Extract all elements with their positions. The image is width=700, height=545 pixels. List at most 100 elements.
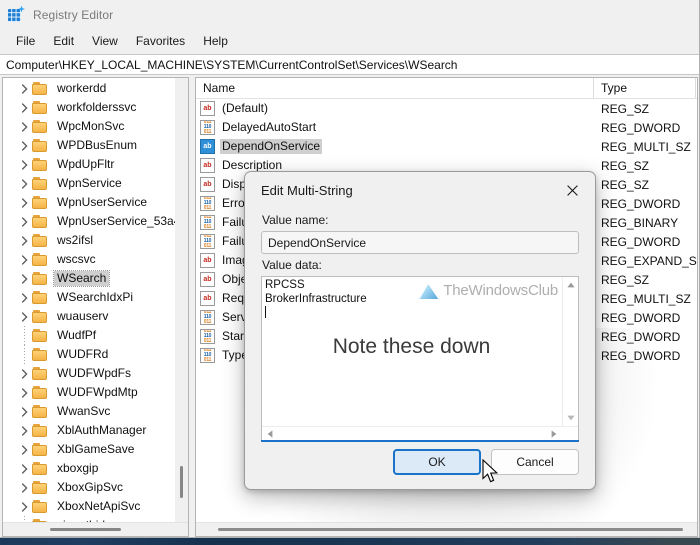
value-type-cell: REG_DWORD <box>601 234 681 249</box>
address-bar[interactable]: Computer\HKEY_LOCAL_MACHINE\SYSTEM\Curre… <box>0 54 699 75</box>
value-name-text: DependOnService <box>268 235 367 250</box>
chevron-right-icon[interactable] <box>17 444 32 455</box>
tree-item-workfolderssvc[interactable]: workfolderssvc <box>3 98 175 117</box>
value-data-horizontal-scrollbar[interactable] <box>262 426 578 441</box>
chevron-right-icon[interactable] <box>17 463 32 474</box>
tree-item-wpnuserservice[interactable]: WpnUserService <box>3 193 175 212</box>
column-header-name[interactable]: Name <box>196 78 594 98</box>
folder-icon <box>32 81 49 96</box>
chevron-right-icon[interactable] <box>17 482 32 493</box>
folder-icon <box>32 347 49 362</box>
folder-icon <box>32 176 49 191</box>
string-value-icon: ab <box>200 291 215 306</box>
scroll-left-icon[interactable] <box>262 427 278 441</box>
chevron-right-icon[interactable] <box>17 197 32 208</box>
chevron-right-icon[interactable] <box>17 501 32 512</box>
dword-value-icon: 011 110 011 <box>200 348 215 363</box>
value-data-vertical-scrollbar[interactable] <box>562 277 578 426</box>
menu-item-file[interactable]: File <box>7 31 44 52</box>
close-icon[interactable] <box>555 177 589 205</box>
tree-item-wpdupfltr[interactable]: WpdUpFltr <box>3 155 175 174</box>
chevron-right-icon[interactable] <box>17 406 32 417</box>
chevron-right-icon[interactable] <box>17 368 32 379</box>
tree-item-wsearchidxpi[interactable]: WSearchIdxPi <box>3 288 175 307</box>
tree-item-wpnuserservice_53a4e[interactable]: WpnUserService_53a4e <box>3 212 175 231</box>
tree-item-ws2ifsl[interactable]: ws2ifsl <box>3 231 175 250</box>
column-header-data[interactable] <box>696 78 697 98</box>
folder-icon <box>32 423 49 438</box>
registry-tree-pane[interactable]: workerdd workfolderssvc WpcMonSvc WPDBusEnu… <box>2 77 189 537</box>
menu-bar: File Edit View Favorites Help <box>0 29 699 54</box>
tree-item-wpdbusenum[interactable]: WPDBusEnum <box>3 136 175 155</box>
value-name-label: Value name: <box>262 213 329 227</box>
tree-horizontal-scrollbar[interactable] <box>3 522 188 536</box>
values-horizontal-scrollbar[interactable] <box>196 522 697 536</box>
column-header-type[interactable]: Type <box>594 78 696 98</box>
text-caret <box>265 306 266 318</box>
value-type-cell: REG_DWORD <box>601 310 681 325</box>
value-data-text: RPCSS BrokerInfrastructure <box>265 279 561 425</box>
chevron-right-icon[interactable] <box>17 273 32 284</box>
tree-connector-line <box>17 326 32 345</box>
chevron-right-icon[interactable] <box>17 121 32 132</box>
tree-item-wudfrd[interactable]: WUDFRd <box>3 345 175 364</box>
chevron-right-icon[interactable] <box>17 292 32 303</box>
value-row[interactable]: ab DependOnService REG_MULTI_SZ <box>196 137 697 156</box>
chevron-right-icon[interactable] <box>17 102 32 113</box>
value-row[interactable]: 011 110 011 DelayedAutoStart REG_DWORD <box>196 118 697 137</box>
scroll-up-icon[interactable] <box>563 277 578 293</box>
dialog-button-row: OK Cancel <box>245 443 595 489</box>
tree-item-wpcmonsvc[interactable]: WpcMonSvc <box>3 117 175 136</box>
tree-item-wuauserv[interactable]: wuauserv <box>3 307 175 326</box>
tree-item-workerdd[interactable]: workerdd <box>3 79 175 98</box>
tree-item-wudfwpdmtp[interactable]: WUDFWpdMtp <box>3 383 175 402</box>
cancel-button[interactable]: Cancel <box>491 449 579 475</box>
value-type-cell: REG_SZ <box>601 177 650 192</box>
menu-item-help[interactable]: Help <box>194 31 237 52</box>
menu-item-view[interactable]: View <box>83 31 127 52</box>
menu-item-edit[interactable]: Edit <box>44 31 83 52</box>
ok-button[interactable]: OK <box>393 449 481 475</box>
folder-icon <box>32 499 49 514</box>
chevron-right-icon[interactable] <box>17 387 32 398</box>
chevron-right-icon[interactable] <box>17 216 32 227</box>
tree-item-wscsvc[interactable]: wscsvc <box>3 250 175 269</box>
tree-item-label: XblAuthManager <box>57 423 147 437</box>
scroll-down-icon[interactable] <box>563 410 578 426</box>
value-name-cell: ab (Default) <box>196 101 594 116</box>
chevron-right-icon[interactable] <box>17 159 32 170</box>
tree-item-xblauthmanager[interactable]: XblAuthManager <box>3 421 175 440</box>
tree-horizontal-scrollbar-thumb[interactable] <box>50 528 121 531</box>
tree-item-xblgamesave[interactable]: XblGameSave <box>3 440 175 459</box>
chevron-right-icon[interactable] <box>17 178 32 189</box>
tree-item-wsearch[interactable]: WSearch <box>3 269 175 288</box>
menu-item-favorites[interactable]: Favorites <box>127 31 194 52</box>
tree-item-wudfpf[interactable]: WudfPf <box>3 326 175 345</box>
tree-item-label: XblGameSave <box>57 442 135 456</box>
values-horizontal-scrollbar-thumb[interactable] <box>218 528 683 531</box>
tree-item-wudfwpdfs[interactable]: WUDFWpdFs <box>3 364 175 383</box>
value-name-label-cell: DependOnService <box>220 139 323 154</box>
chevron-right-icon[interactable] <box>17 235 32 246</box>
tree-item-xboxgip[interactable]: xboxgip <box>3 459 175 478</box>
chevron-right-icon[interactable] <box>17 254 32 265</box>
tree-item-xboxnetapisvc[interactable]: XboxNetApiSvc <box>3 497 175 516</box>
tree-item-wpnservice[interactable]: WpnService <box>3 174 175 193</box>
tree-vertical-scrollbar[interactable] <box>175 78 188 522</box>
folder-icon <box>32 404 49 419</box>
value-row[interactable]: ab (Default) REG_SZ <box>196 99 697 118</box>
focus-indicator <box>261 440 579 442</box>
tree-item-wwansvc[interactable]: WwanSvc <box>3 402 175 421</box>
value-data-textarea[interactable]: RPCSS BrokerInfrastructure TheWindowsClub… <box>261 276 579 442</box>
folder-icon <box>32 480 49 495</box>
chevron-right-icon[interactable] <box>17 140 32 151</box>
tree-vertical-scrollbar-thumb[interactable] <box>180 466 183 498</box>
scroll-right-icon[interactable] <box>546 427 562 441</box>
chevron-right-icon[interactable] <box>17 83 32 94</box>
tree-item-xboxgipsvc[interactable]: XboxGipSvc <box>3 478 175 497</box>
value-name-input[interactable]: DependOnService <box>261 231 579 254</box>
window-title: Registry Editor <box>33 7 114 22</box>
tree-scroll-area: workerdd workfolderssvc WpcMonSvc WPDBusEnu… <box>3 78 188 522</box>
chevron-right-icon[interactable] <box>17 425 32 436</box>
chevron-right-icon[interactable] <box>17 311 32 322</box>
